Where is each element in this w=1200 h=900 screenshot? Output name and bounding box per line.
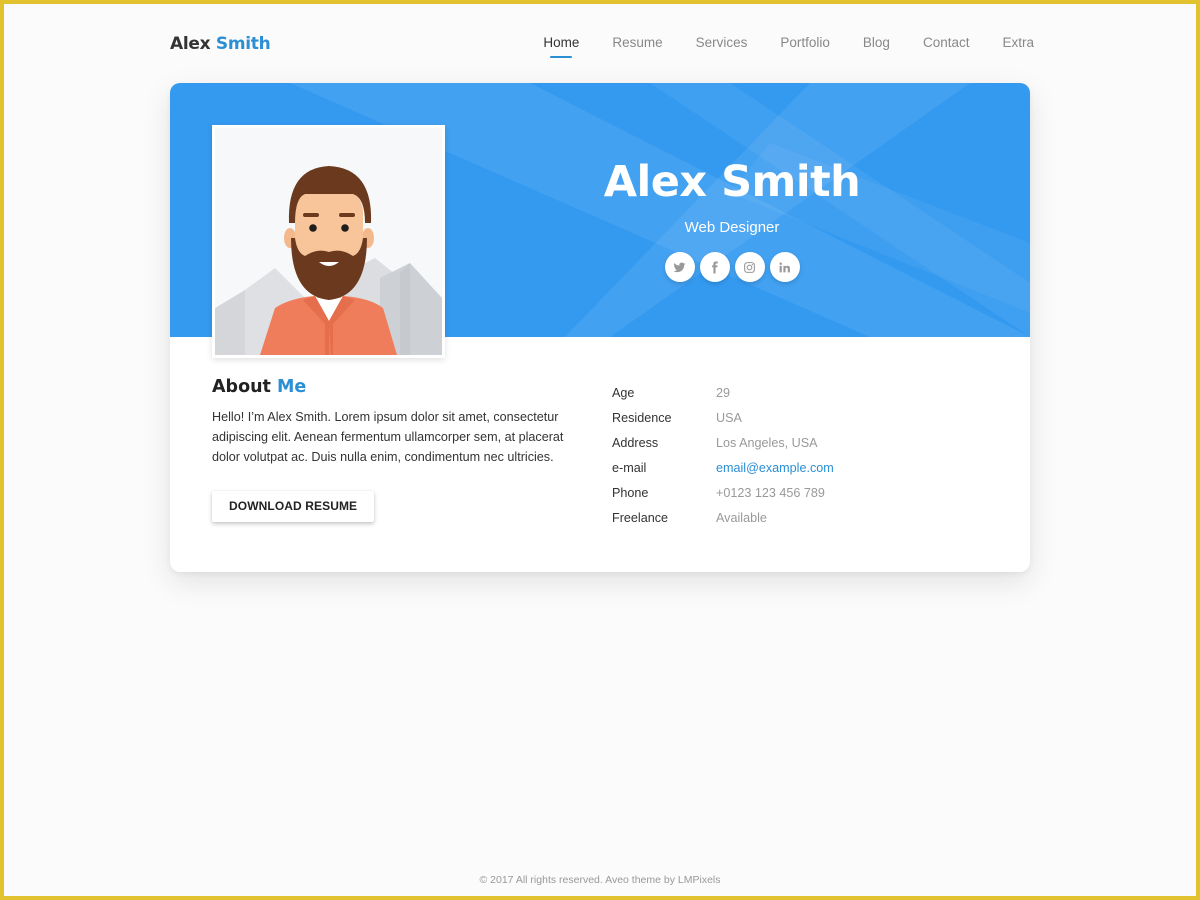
info-value: USA [716,410,742,425]
avatar [212,125,445,358]
page: Alex Smith Home Resume Services Portfoli… [4,4,1196,896]
profile-card: Alex Smith Web Designer About Me Hello! … [170,83,1030,572]
hero-name: Alex Smith [603,157,861,207]
nav-extra[interactable]: Extra [1002,35,1034,56]
linkedin-icon [779,261,790,272]
info-row-residence: Residence USA [612,405,912,430]
twitter-button[interactable] [664,252,695,282]
about-title-first: About [212,377,271,397]
avatar-illustration [215,128,442,355]
twitter-icon [673,262,686,272]
copyright-text: © 2017 All rights reserved. Aveo theme b… [479,874,721,886]
info-value: Los Angeles, USA [716,435,818,450]
info-value: +0123 123 456 789 [716,485,825,500]
nav-home[interactable]: Home [543,35,579,58]
logo[interactable]: Alex Smith [170,34,271,54]
logo-last-name: Smith [215,34,271,54]
email-link[interactable]: email@example.com [716,461,834,475]
info-label: Address [612,435,659,450]
info-label: e-mail [612,460,647,475]
nav-services[interactable]: Services [696,35,748,56]
info-label: Age [612,385,635,400]
info-row-age: Age 29 [612,380,912,405]
nav-blog[interactable]: Blog [863,35,890,56]
personal-info-list: Age 29 Residence USA Address Los Angeles… [612,380,912,530]
facebook-icon [712,261,718,273]
footer: © 2017 All rights reserved. Aveo theme b… [4,874,1196,886]
instagram-button[interactable] [734,252,765,282]
info-label: Freelance [612,510,669,525]
logo-first-name: Alex [170,34,211,54]
info-value: Available [716,510,767,525]
info-row-address: Address Los Angeles, USA [612,430,912,455]
info-row-freelance: Freelance Available [612,505,912,530]
site-header: Alex Smith Home Resume Services Portfoli… [170,32,1034,72]
instagram-icon [744,261,755,273]
facebook-button[interactable] [699,252,730,282]
info-value: 29 [716,385,731,400]
info-row-phone: Phone +0123 123 456 789 [612,480,912,505]
info-label: Residence [612,410,672,425]
about-text: Hello! I’m Alex Smith. Lorem ipsum dolor… [212,410,564,464]
about-title: About Me [212,377,592,397]
about-title-accent: Me [277,377,307,397]
hero-text: Alex Smith Web Designer [570,155,894,282]
nav-resume[interactable]: Resume [612,35,662,56]
nav-portfolio[interactable]: Portfolio [780,35,830,56]
main-nav: Home Resume Services Portfolio Blog Cont… [510,35,1034,58]
linkedin-button[interactable] [769,252,800,282]
social-links [570,252,894,282]
download-resume-button[interactable]: DOWNLOAD RESUME [212,491,375,522]
about-section: About Me Hello! I’m Alex Smith. Lorem ip… [212,377,592,522]
hero-role: Web Designer [684,219,780,236]
nav-contact[interactable]: Contact [923,35,970,56]
info-label: Phone [612,485,649,500]
info-row-email: e-mail email@example.com [612,455,912,480]
